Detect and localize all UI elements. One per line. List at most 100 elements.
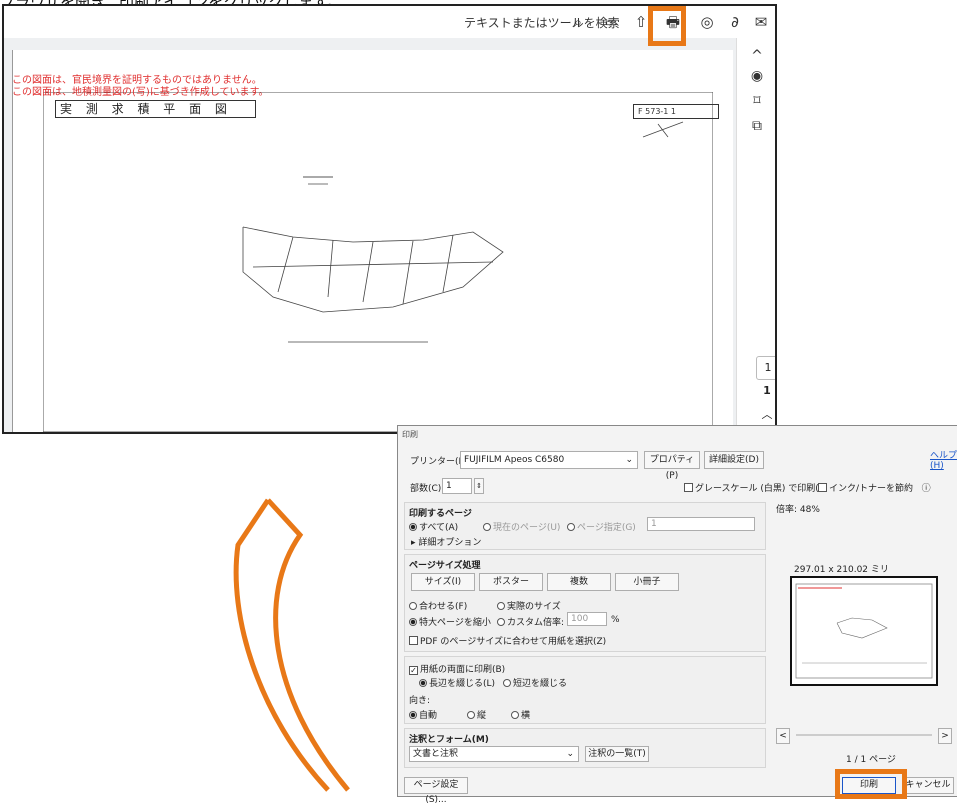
link-icon[interactable]: ∂: [726, 13, 744, 31]
booklet-tab[interactable]: 小冊子: [615, 573, 679, 591]
fit-label: 合わせる(F): [419, 602, 468, 612]
dialog-title: 印刷: [402, 430, 418, 439]
duplex-section: ✓ 用紙の両面に印刷(B) 長辺を綴じる(L) 短辺を綴じる 向き: 自動 縦 横: [404, 656, 766, 724]
copies-stepper[interactable]: ⇕: [474, 478, 484, 494]
printer-value: FUJIFILM Apeos C6580: [464, 455, 565, 465]
current-page-option[interactable]: 現在のページ(U): [483, 520, 560, 533]
account-icon[interactable]: ◎: [698, 13, 716, 31]
comments-summary-button[interactable]: 注釈の一覧(T): [585, 746, 649, 762]
chevron-up-icon[interactable]: ︿: [756, 406, 775, 422]
bookmark-icon[interactable]: ⌑: [749, 93, 765, 109]
comment-icon[interactable]: ◉: [749, 68, 765, 84]
properties-button[interactable]: プロパティ(P): [644, 451, 700, 481]
page-range-option[interactable]: ページ指定(G): [567, 520, 636, 533]
grayscale-checkbox[interactable]: [684, 483, 693, 492]
long-edge-label: 長辺を綴じる(L): [429, 679, 496, 689]
preview-page-label: 1 / 1 ページ: [846, 755, 896, 765]
save-icon[interactable]: ▭: [602, 13, 620, 31]
fit-option[interactable]: 合わせる(F): [409, 599, 467, 612]
page-number-input[interactable]: 1: [756, 356, 775, 380]
preview-scale: 倍率: 48%: [776, 505, 820, 515]
pages-heading: 印刷するページ: [409, 509, 472, 519]
print-button-highlight: [835, 769, 907, 799]
long-edge-option[interactable]: 長辺を綴じる(L): [419, 676, 495, 689]
poster-tab[interactable]: ポスター: [479, 573, 543, 591]
search-icon[interactable]: ⌕: [569, 13, 587, 31]
chevron-up-icon[interactable]: ^: [749, 48, 765, 64]
copies-input[interactable]: 1: [442, 478, 472, 494]
save-ink-option[interactable]: インク/トナーを節約 ⓘ: [818, 481, 931, 494]
grayscale-option[interactable]: グレースケール (白黒) で印刷(Y): [684, 481, 828, 494]
duplex-label: 用紙の両面に印刷(B): [420, 665, 506, 675]
comments-section: 注釈とフォーム(M) 文書と注釈 ⌄ 注釈の一覧(T): [404, 728, 766, 768]
duplex-option[interactable]: ✓ 用紙の両面に印刷(B): [409, 662, 505, 675]
boundary-warning: この図面は、官民境界を証明するものではありません。 この図面は、地積測量図の(写…: [12, 75, 269, 99]
custom-scale-option[interactable]: カスタム倍率:: [497, 615, 564, 628]
all-pages-label: すべて(A): [419, 523, 459, 533]
pdf-page: 実 測 求 積 平 面 図 F 573-1 1: [12, 50, 733, 432]
preview-size: 297.01 x 210.02 ミリ: [794, 565, 889, 575]
chevron-down-icon: ⌄: [566, 749, 574, 759]
page-size-heading: ページサイズ処理: [409, 561, 481, 571]
pdf-paper-option[interactable]: PDF のページサイズに合わせて用紙を選択(Z): [409, 634, 606, 647]
actual-size-option[interactable]: 実際のサイズ: [497, 599, 561, 612]
comments-heading: 注釈とフォーム(M): [409, 735, 489, 745]
search-tools-label[interactable]: テキストまたはツールを検索: [464, 14, 620, 31]
orientation-auto-label: 自動: [419, 711, 438, 721]
drawing-reference: F 573-1 1: [633, 104, 719, 119]
all-pages-option[interactable]: すべて(A): [409, 520, 458, 533]
pointer-arrow: [233, 498, 350, 792]
printer-select[interactable]: FUJIFILM Apeos C6580 ⌄: [460, 451, 638, 469]
survey-drawing: [43, 92, 713, 432]
chevron-down-icon: ⌄: [625, 455, 633, 465]
custom-scale-label: カスタム倍率:: [507, 618, 565, 628]
pdf-paper-label: PDF のページサイズに合わせて用紙を選択(Z): [420, 637, 607, 647]
short-edge-option[interactable]: 短辺を綴じる: [503, 676, 567, 689]
print-preview: [790, 576, 938, 686]
short-edge-label: 短辺を綴じる: [513, 679, 568, 689]
custom-scale-input[interactable]: 100: [567, 612, 607, 626]
grayscale-label: グレースケール (白黒) で印刷(Y): [695, 484, 828, 494]
current-page-label: 現在のページ(U): [493, 523, 561, 533]
pdf-viewer-window: テキストまたはツールを検索 ⌕ ▭ ⇧ 🖶 ◎ ∂ ✉ 実 測 求 積 平 面 …: [2, 4, 777, 434]
comments-select[interactable]: 文書と注釈 ⌄: [409, 746, 579, 762]
orientation-auto-option[interactable]: 自動: [409, 708, 437, 721]
preview-thumbnail: [795, 583, 933, 679]
print-dialog: 印刷 ヘルプ(H) プリンター(N): FUJIFILM Apeos C6580…: [397, 425, 957, 805]
percent-label: %: [611, 615, 620, 625]
orientation-label: 向き:: [409, 696, 431, 706]
more-options-toggle[interactable]: ▸ 詳細オプション: [411, 535, 481, 548]
page-range-input[interactable]: 1: [647, 517, 755, 531]
page-range-label: ページ指定(G): [577, 523, 636, 533]
cancel-button[interactable]: キャンセル: [902, 777, 954, 794]
warning-line-2: この図面は、地積測量図の(写)に基づき作成しています。: [12, 87, 269, 98]
warning-line-1: この図面は、官民境界を証明するものではありません。: [12, 75, 262, 86]
drawing-title: 実 測 求 積 平 面 図: [55, 100, 256, 118]
duplex-checkbox[interactable]: ✓: [409, 666, 418, 675]
save-ink-label: インク/トナーを節約: [829, 484, 914, 494]
orientation-portrait-label: 縦: [477, 711, 487, 721]
preview-next-button[interactable]: >: [938, 728, 952, 744]
document-area: 実 測 求 積 平 面 図 F 573-1 1 この図面は、官民境界を証明するも…: [4, 38, 736, 432]
advanced-button[interactable]: 詳細設定(D): [704, 451, 764, 469]
help-link[interactable]: ヘルプ(H): [930, 448, 957, 471]
size-tab[interactable]: サイズ(I): [411, 573, 475, 591]
actual-size-label: 実際のサイズ: [507, 602, 561, 612]
preview-prev-button[interactable]: <: [776, 728, 790, 744]
print-icon-highlight: [648, 6, 686, 46]
pdf-paper-checkbox[interactable]: [409, 636, 418, 645]
preview-slider[interactable]: [796, 734, 932, 736]
page-setup-button[interactable]: ページ設定(S)...: [404, 777, 468, 805]
orientation-portrait-option[interactable]: 縦: [467, 708, 486, 721]
copies-label: 部数(C):: [410, 484, 445, 494]
page-size-section: ページサイズ処理 サイズ(I) ポスター 複数 小冊子 合わせる(F) 実際のサ…: [404, 554, 766, 652]
pages-section: 印刷するページ すべて(A) 現在のページ(U) ページ指定(G) 1 ▸ 詳細…: [404, 502, 766, 550]
save-ink-checkbox[interactable]: [818, 483, 827, 492]
shrink-label: 特大ページを縮小: [419, 618, 491, 628]
orientation-landscape-option[interactable]: 横: [511, 708, 530, 721]
mail-icon[interactable]: ✉: [752, 13, 770, 31]
pages-icon[interactable]: ⧉: [749, 118, 765, 134]
orientation-landscape-label: 横: [521, 711, 531, 721]
multiple-tab[interactable]: 複数: [547, 573, 611, 591]
shrink-option[interactable]: 特大ページを縮小: [409, 615, 491, 628]
